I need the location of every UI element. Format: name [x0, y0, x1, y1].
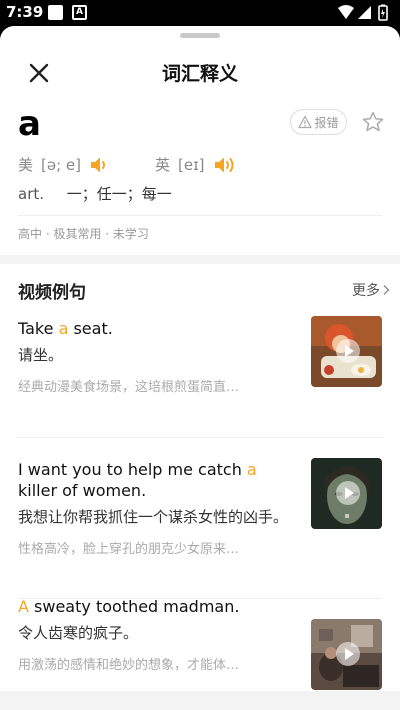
word-detail-sheet: 词汇释义 a 报错 美 [ə; e] 英 [eɪ] art. 一；任一；每一 高… [0, 26, 400, 710]
system-icons [338, 4, 394, 26]
example-item[interactable]: Take a seat. 请坐。 经典动漫美食场景，这培根煎蛋简直… [18, 316, 382, 395]
video-thumbnail[interactable] [311, 316, 382, 387]
video-thumbnail[interactable] [311, 458, 382, 529]
battery-icon [378, 4, 388, 21]
divider [18, 437, 382, 438]
example-source: 用激荡的感情和绝妙的想象，才能体… [18, 658, 240, 673]
example-sentence: Take a seat. [18, 319, 113, 338]
highlight-word: A [18, 597, 29, 616]
example-translation: 请坐。 [18, 346, 64, 364]
example-source: 经典动漫美食场景，这培根煎蛋简直… [18, 380, 240, 395]
example-sentence: A sweaty toothed madman. [18, 597, 240, 616]
header: 词汇释义 [0, 46, 400, 96]
uk-speaker-button[interactable] [213, 155, 235, 175]
status-time: 7:39 [6, 3, 44, 21]
us-phonetic: [ə; e] [41, 155, 81, 174]
wifi-icon [338, 5, 354, 19]
signal-icon [358, 6, 371, 19]
divider [18, 215, 382, 216]
speaker-icon [91, 157, 105, 172]
more-button[interactable]: 更多 [352, 280, 391, 300]
pronunciation-us: 美 [ə; e] [18, 154, 111, 175]
definition-text: 一；任一；每一 [66, 185, 172, 203]
example-translation: 令人齿寒的疯子。 [18, 624, 139, 642]
chevron-right-icon [383, 285, 390, 295]
example-translation: 我想让你帮我抓住一个谋杀女性的凶手。 [18, 508, 289, 526]
play-icon [336, 642, 360, 666]
star-icon [362, 111, 384, 132]
play-icon [336, 339, 360, 363]
definition: art. 一；任一；每一 [18, 183, 172, 204]
drag-handle[interactable] [180, 33, 220, 38]
report-label: 报错 [314, 115, 339, 130]
section-separator [0, 255, 400, 264]
pronunciation-uk: 英 [eɪ] [155, 154, 235, 175]
example-source: 性格高冷，脸上穿孔的朋克少女原来… [18, 542, 240, 557]
highlight-word: a [58, 319, 69, 338]
headword: a [18, 104, 41, 144]
highlight-word: a [246, 460, 257, 479]
play-icon [336, 481, 360, 505]
page-title: 词汇释义 [161, 63, 238, 85]
bottom-band [0, 691, 400, 710]
us-speaker-button[interactable] [89, 155, 111, 175]
more-label: 更多 [352, 283, 380, 299]
notification-app-icon: A [72, 5, 87, 20]
uk-label: 英 [155, 156, 171, 174]
notification-icon [48, 5, 63, 20]
example-item[interactable]: I want you to help me catch a killer of … [18, 458, 382, 557]
favorite-button[interactable] [361, 110, 385, 134]
word-tags: 高中 · 极其常用 · 未学习 [18, 227, 149, 241]
video-thumbnail[interactable] [311, 619, 382, 690]
uk-phonetic: [eɪ] [178, 155, 205, 174]
example-item[interactable]: A sweaty toothed madman. 令人齿寒的疯子。 用激荡的感情… [18, 596, 382, 690]
us-label: 美 [18, 156, 34, 174]
warning-icon [298, 115, 313, 129]
part-of-speech: art. [18, 185, 45, 203]
example-sentence: I want you to help me catch a killer of … [18, 460, 257, 500]
section-title: 视频例句 [18, 283, 86, 303]
report-button[interactable]: 报错 [290, 109, 347, 135]
status-bar: 7:39 A [0, 0, 400, 26]
speaker-icon [214, 157, 234, 172]
